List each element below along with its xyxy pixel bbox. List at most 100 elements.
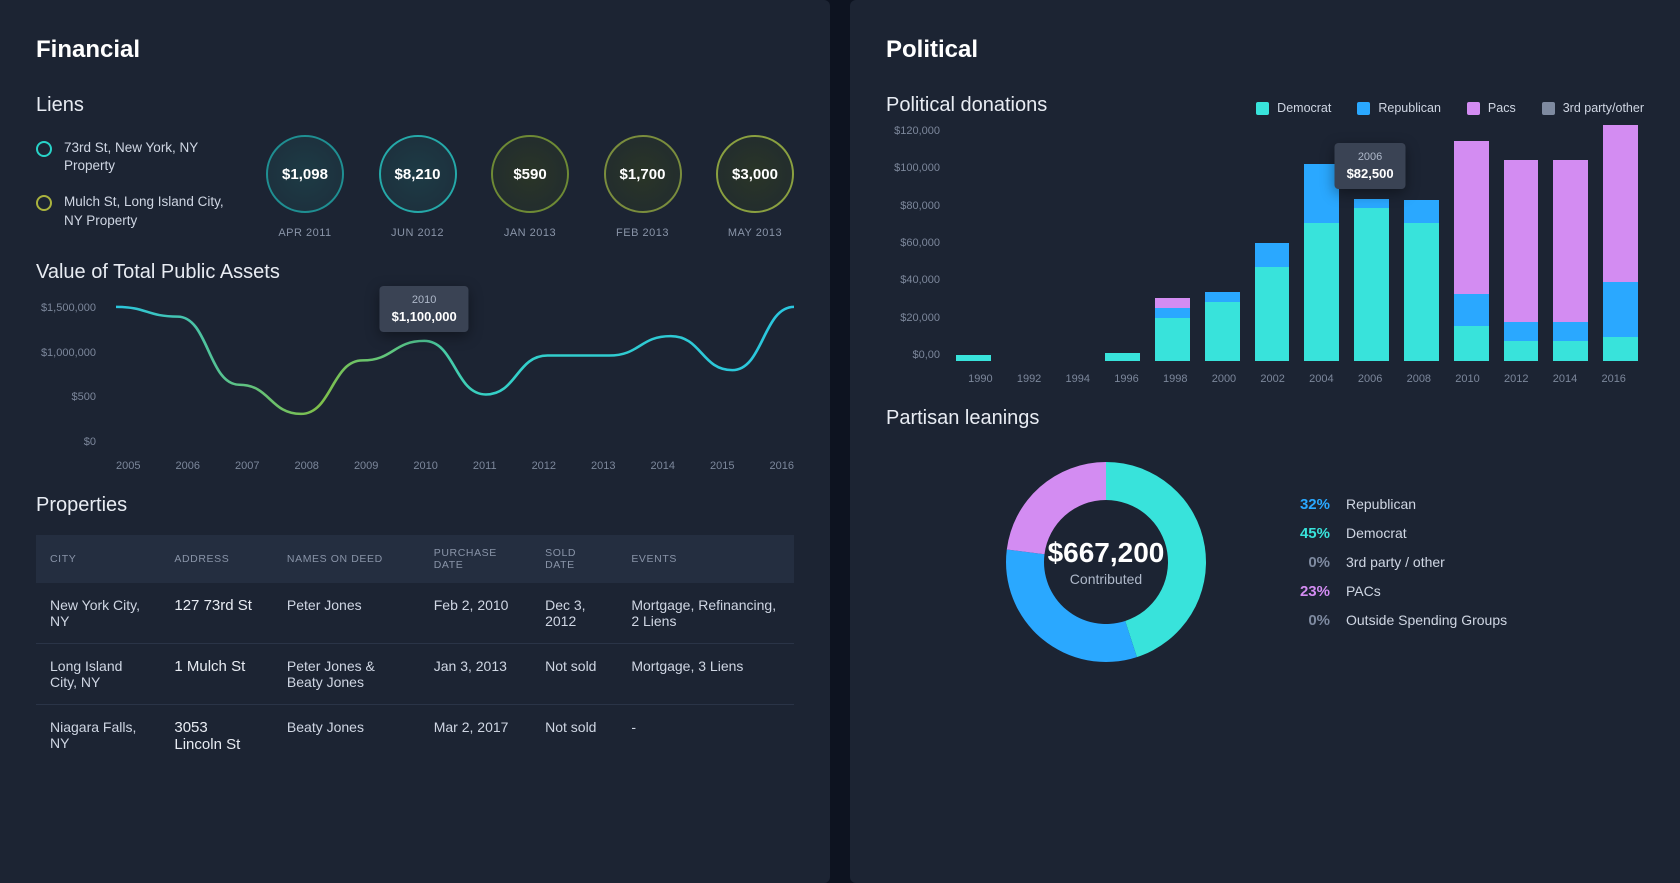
properties-title: Properties — [36, 494, 794, 517]
lien-amount-item[interactable]: $3,000 MAY 2013 — [716, 135, 794, 239]
partisan-section: $667,200 Contributed 32%Republican 45%Dem… — [886, 452, 1644, 672]
column-header[interactable]: NAMES ON DEED — [273, 535, 420, 583]
x-tick: 2008 — [294, 460, 318, 472]
lien-amount-item[interactable]: $8,210JUN 2012 — [379, 135, 457, 239]
breakdown-row: 32%Republican — [1286, 496, 1507, 513]
table-cell: Not sold — [531, 644, 617, 705]
bar-segment — [1304, 223, 1339, 361]
column-header[interactable]: SOLD DATE — [531, 535, 617, 583]
y-tick: $100,000 — [886, 162, 948, 174]
y-tick: $20,000 — [886, 312, 948, 324]
table-row[interactable]: Long Island City, NY1 Mulch StPeter Jone… — [36, 644, 794, 705]
legend-item[interactable]: 3rd party/other — [1542, 101, 1644, 115]
x-tick: 2006 — [175, 460, 199, 472]
donations-chart[interactable]: $120,000$100,000$80,000$60,000$40,000$20… — [886, 125, 1644, 385]
bar[interactable] — [1255, 125, 1290, 361]
legend-label: Pacs — [1488, 101, 1516, 115]
x-tick: 2013 — [591, 460, 615, 472]
bar-segment — [1205, 302, 1240, 361]
bar[interactable] — [1105, 125, 1140, 361]
legend-label: Republican — [1378, 101, 1441, 115]
donations-y-axis: $120,000$100,000$80,000$60,000$40,000$20… — [886, 125, 948, 361]
lien-amount-circle: $8,210 — [379, 135, 457, 213]
tooltip-value: $1,100,000 — [392, 309, 457, 324]
lien-amount-item[interactable]: $1,700FEB 2013 — [604, 135, 682, 239]
column-header[interactable]: PURCHASE DATE — [420, 535, 531, 583]
column-header[interactable]: ADDRESS — [160, 535, 273, 583]
lien-amount-circle: $1,700 — [604, 135, 682, 213]
bar-segment — [1354, 208, 1389, 361]
donut-amount: $667,200 — [1048, 537, 1165, 569]
bar[interactable] — [1404, 125, 1439, 361]
bar[interactable] — [1155, 125, 1190, 361]
bar[interactable] — [1603, 125, 1638, 361]
breakdown-row: 0%Outside Spending Groups — [1286, 612, 1507, 629]
legend-swatch — [1542, 102, 1555, 115]
x-tick: 2016 — [770, 460, 794, 472]
lien-amount-item[interactable]: $590JAN 2013 — [491, 135, 569, 239]
lien-amount-circle: $3,000 — [716, 135, 794, 213]
lien-circles: $1,098APR 2011 $8,210JUN 2012 $590JAN 2013… — [266, 135, 794, 239]
column-header[interactable]: EVENTS — [617, 535, 794, 583]
legend-item[interactable]: Pacs — [1467, 101, 1516, 115]
bar-segment — [956, 355, 991, 361]
lien-date: APR 2011 — [278, 227, 331, 239]
lien-property-list: 73rd St, New York, NY Property Mulch St, … — [36, 139, 236, 239]
bar[interactable] — [1454, 125, 1489, 361]
bar[interactable] — [1006, 125, 1041, 361]
political-title: Political — [886, 36, 1644, 64]
table-cell: Dec 3, 2012 — [531, 583, 617, 644]
table-cell: Jan 3, 2013 — [420, 644, 531, 705]
properties-table: CITYADDRESSNAMES ON DEEDPURCHASE DATESOL… — [36, 535, 794, 767]
lien-property-label: Mulch St, Long Island City, NY Property — [64, 193, 236, 229]
table-cell: Mortgage, Refinancing, 2 Liens — [617, 583, 794, 644]
x-tick: 2016 — [1589, 373, 1638, 385]
lien-date: MAY 2013 — [728, 227, 782, 239]
breakdown-row: 0%3rd party / other — [1286, 554, 1507, 571]
y-tick: $1,000,000 — [36, 347, 106, 359]
tooltip-value: $82,500 — [1347, 166, 1394, 181]
table-row[interactable]: Niagara Falls, NY3053 Lincoln StBeaty Jo… — [36, 705, 794, 768]
y-tick: $500 — [36, 391, 106, 403]
legend-item[interactable]: Republican — [1357, 101, 1441, 115]
breakdown-label: 3rd party / other — [1346, 554, 1445, 570]
bar-segment — [1404, 200, 1439, 224]
bar[interactable] — [1504, 125, 1539, 361]
bar[interactable] — [956, 125, 991, 361]
donations-x-axis: 1990199219941996199820002002200420062008… — [956, 373, 1638, 385]
table-cell: Mar 2, 2017 — [420, 705, 531, 768]
breakdown-row: 45%Democrat — [1286, 525, 1507, 542]
bar-segment — [1155, 308, 1190, 318]
lien-property-item[interactable]: 73rd St, New York, NY Property — [36, 139, 236, 175]
breakdown-label: Democrat — [1346, 525, 1407, 541]
legend-swatch — [1357, 102, 1370, 115]
bar-segment — [1454, 294, 1489, 325]
assets-chart[interactable]: $1,500,000$1,000,000$500$0 2010 $1,100,0… — [36, 302, 794, 472]
x-tick: 1996 — [1102, 373, 1151, 385]
partisan-donut[interactable]: $667,200 Contributed — [996, 452, 1216, 672]
column-header[interactable]: CITY — [36, 535, 160, 583]
table-cell: Peter Jones & Beaty Jones — [273, 644, 420, 705]
assets-tooltip: 2010 $1,100,000 — [380, 286, 469, 332]
legend-item[interactable]: Democrat — [1256, 101, 1331, 115]
lien-amount-item[interactable]: $1,098APR 2011 — [266, 135, 344, 239]
y-tick: $0 — [36, 436, 106, 448]
radio-icon[interactable] — [36, 195, 52, 211]
bar[interactable] — [1553, 125, 1588, 361]
bar-segment — [1255, 243, 1290, 267]
table-cell: Peter Jones — [273, 583, 420, 644]
radio-icon[interactable] — [36, 141, 52, 157]
x-tick: 2014 — [1541, 373, 1590, 385]
table-cell: Not sold — [531, 705, 617, 768]
assets-x-axis: 2005200620072008200920102011201220132014… — [116, 460, 794, 472]
lien-property-item[interactable]: Mulch St, Long Island City, NY Property — [36, 193, 236, 229]
bar-segment — [1205, 292, 1240, 302]
table-row[interactable]: New York City, NY127 73rd StPeter JonesF… — [36, 583, 794, 644]
bar[interactable] — [1205, 125, 1240, 361]
assets-title: Value of Total Public Assets — [36, 261, 794, 284]
bar-segment — [1155, 318, 1190, 361]
table-cell: - — [617, 705, 794, 768]
bar[interactable] — [1056, 125, 1091, 361]
bar-segment — [1105, 353, 1140, 361]
x-tick: 2009 — [354, 460, 378, 472]
